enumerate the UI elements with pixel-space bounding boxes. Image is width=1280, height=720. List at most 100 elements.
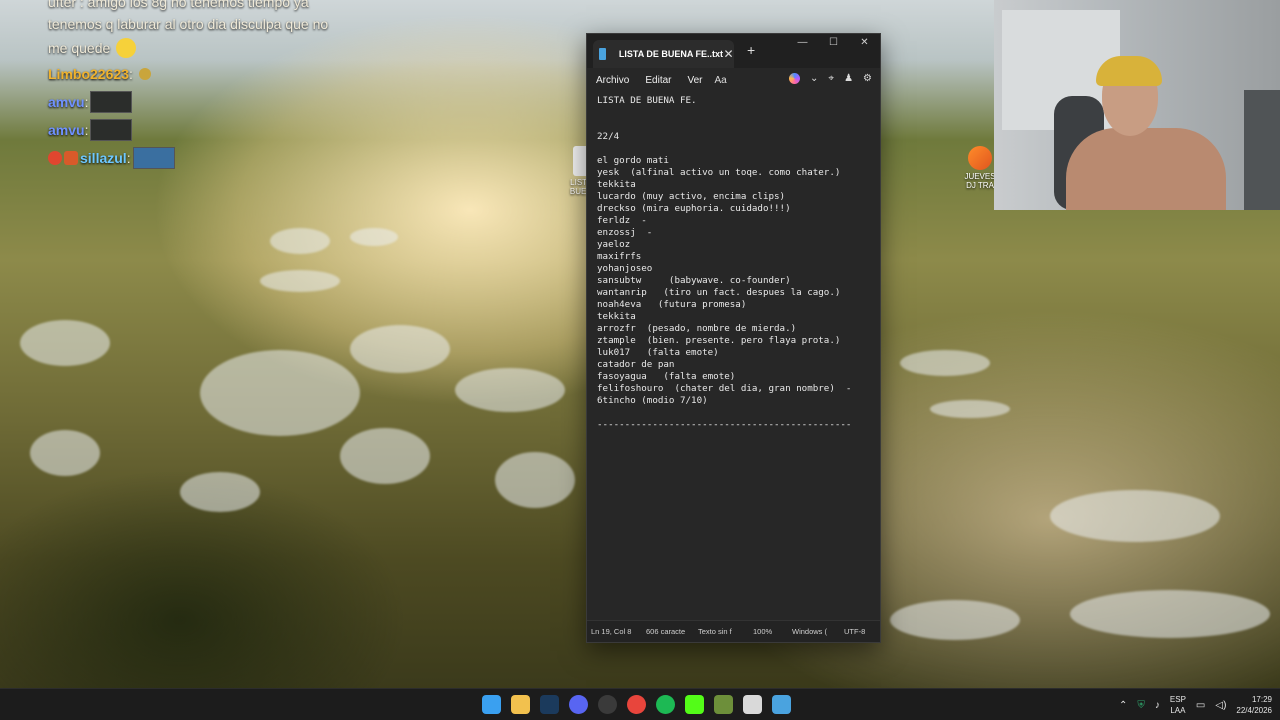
- editor-line[interactable]: maxifrfs: [597, 251, 870, 263]
- chat-username[interactable]: amvu: [48, 90, 85, 114]
- wallpaper-lake: [340, 428, 430, 484]
- status-encoding[interactable]: UTF-8: [840, 627, 865, 636]
- new-tab-icon[interactable]: +: [747, 42, 755, 58]
- editor-line[interactable]: [597, 107, 870, 119]
- chat-text: tenemos q laburar al otro dia disculpa q…: [48, 16, 329, 32]
- wallpaper-lake: [350, 325, 450, 373]
- chat-username[interactable]: sillazul: [80, 146, 127, 170]
- maximize-icon[interactable]: ☐: [818, 34, 849, 54]
- discord-icon[interactable]: [569, 695, 588, 714]
- chat-separator: :: [84, 94, 89, 110]
- editor-line[interactable]: sansubtw (babywave. co-founder): [597, 275, 870, 287]
- wallpaper-lake: [495, 452, 575, 508]
- editor-line[interactable]: noah4eva (futura promesa): [597, 299, 870, 311]
- editor-line[interactable]: ztample (bien. presente. pero flaya prot…: [597, 335, 870, 347]
- microphone-icon[interactable]: ♪: [1155, 700, 1160, 711]
- wallpaper-lake: [270, 228, 330, 254]
- chat-message: sillazul:: [48, 144, 358, 172]
- editor-line[interactable]: luk017 (falta emote): [597, 347, 870, 359]
- editor-line[interactable]: felifoshouro (chater del dia, gran nombr…: [597, 383, 870, 395]
- editor-line[interactable]: arrozfr (pesado, nombre de mierda.): [597, 323, 870, 335]
- minecraft-icon[interactable]: [714, 695, 733, 714]
- chat-message: Limbo22623:: [48, 60, 358, 88]
- editor-line[interactable]: [597, 119, 870, 131]
- status-zoom[interactable]: 100%: [749, 627, 788, 636]
- emote-icon: [132, 147, 175, 169]
- menu-editar[interactable]: Editar: [637, 75, 679, 86]
- language-code: ESP: [1169, 695, 1186, 704]
- editor-line[interactable]: yaeloz: [597, 239, 870, 251]
- wallpaper-lake: [1050, 490, 1220, 542]
- windows-start-icon[interactable]: [482, 695, 501, 714]
- notepad-titlebar[interactable]: LISTA DE BUENA FE..txt ✕ + — ☐ ✕: [587, 34, 880, 68]
- monitor-icon[interactable]: ▭: [1196, 700, 1205, 711]
- menu-ver[interactable]: Ver: [679, 75, 710, 86]
- notepad-text-editor[interactable]: LISTA DE BUENA FE. 22/4 el gordo mati yesk …: [587, 92, 880, 620]
- notepad-window[interactable]: LISTA DE BUENA FE..txt ✕ + — ☐ ✕ Archivo…: [586, 33, 881, 643]
- editor-line[interactable]: wantanrip (tiro un fact. despues la cago…: [597, 287, 870, 299]
- minimize-icon[interactable]: —: [787, 34, 818, 54]
- editor-line[interactable]: yohanjoseo: [597, 263, 870, 275]
- editor-line[interactable]: catador de pan: [597, 359, 870, 371]
- editor-line[interactable]: drecksо (mira euphoria. cuidado!!!): [597, 203, 870, 215]
- file-explorer-icon[interactable]: [511, 695, 530, 714]
- editor-line[interactable]: 22/4: [597, 131, 870, 143]
- spotify-icon[interactable]: [656, 695, 675, 714]
- font-size-icon[interactable]: Aa: [711, 75, 731, 86]
- tab-title: LISTA DE BUENA FE..txt: [618, 49, 724, 59]
- editor-line[interactable]: fasoyagua (falta emote): [597, 371, 870, 383]
- clock[interactable]: 17:29 22/4/2026: [1236, 694, 1272, 716]
- steam-icon[interactable]: [540, 695, 559, 714]
- system-tray: ⌃ ⛨ ♪ ESP LAA ▭ ◁) 17:29 22/4/2026: [1119, 689, 1272, 720]
- notepad-icon[interactable]: [772, 695, 791, 714]
- volume-icon[interactable]: ◁): [1215, 700, 1226, 711]
- wallpaper-lake: [890, 600, 1020, 640]
- editor-line[interactable]: tekkita: [597, 311, 870, 323]
- obs-icon[interactable]: [598, 695, 617, 714]
- wallpaper-lake: [350, 228, 398, 246]
- editor-line[interactable]: ----------------------------------------…: [597, 419, 870, 431]
- emote-icon: [90, 119, 133, 141]
- chat-username[interactable]: amvu: [48, 118, 85, 142]
- wallpaper-lake: [900, 350, 990, 376]
- chat-separator: :: [128, 66, 133, 82]
- close-window-icon[interactable]: ✕: [849, 34, 880, 54]
- tab-close-icon[interactable]: ✕: [723, 47, 734, 61]
- announcement-icon[interactable]: ⌖: [828, 73, 834, 84]
- taskbar-pinned-apps: [482, 695, 791, 714]
- editor-line[interactable]: [597, 143, 870, 155]
- editor-line[interactable]: [597, 407, 870, 419]
- fl-studio-icon: [968, 146, 992, 170]
- editor-line[interactable]: 6tincho (modio 7/10): [597, 395, 870, 407]
- editor-line[interactable]: tekkita: [597, 179, 870, 191]
- desktop-icon-label: JUEVES DJ TRA: [964, 172, 996, 190]
- editor-line[interactable]: LISTA DE BUENA FE.: [597, 95, 870, 107]
- desktop-icon-jueves[interactable]: JUEVES DJ TRA: [962, 146, 998, 190]
- notepad-tab[interactable]: LISTA DE BUENA FE..txt ✕: [593, 40, 734, 68]
- ccleaner-icon[interactable]: [743, 695, 762, 714]
- language-indicator[interactable]: ESP LAA: [1170, 694, 1186, 716]
- kick-icon[interactable]: [685, 695, 704, 714]
- editor-line[interactable]: ferldz -: [597, 215, 870, 227]
- badge-icon: [48, 151, 62, 165]
- chrome-icon[interactable]: [627, 695, 646, 714]
- wallpaper-lake: [1070, 590, 1270, 638]
- status-line-ending[interactable]: Windows (: [788, 627, 840, 636]
- editor-line[interactable]: yesk (alfinal activo un toqe. como chate…: [597, 167, 870, 179]
- chevron-up-icon[interactable]: ⌃: [1119, 700, 1127, 711]
- editor-line[interactable]: enzossj -: [597, 227, 870, 239]
- chat-message: amvu:: [48, 116, 358, 144]
- chat-text: me quede: [48, 40, 111, 56]
- editor-line[interactable]: el gordo mati: [597, 155, 870, 167]
- copilot-icon[interactable]: [789, 73, 801, 84]
- status-text-format[interactable]: Texto sin f: [694, 627, 749, 636]
- notepad-menubar: Archivo Editar Ver Aa ⌄ ⌖ ♟ ⚙: [587, 68, 880, 92]
- chevron-down-icon[interactable]: ⌄: [810, 73, 818, 84]
- menu-archivo[interactable]: Archivo: [587, 75, 637, 86]
- account-icon[interactable]: ♟: [844, 73, 853, 84]
- security-shield-icon[interactable]: ⛨: [1137, 700, 1145, 711]
- editor-line[interactable]: lucardo (muy activo, encima clips): [597, 191, 870, 203]
- settings-gear-icon[interactable]: ⚙: [863, 73, 872, 84]
- notepad-icon: [599, 48, 606, 60]
- chat-username[interactable]: Limbo22623: [48, 62, 129, 86]
